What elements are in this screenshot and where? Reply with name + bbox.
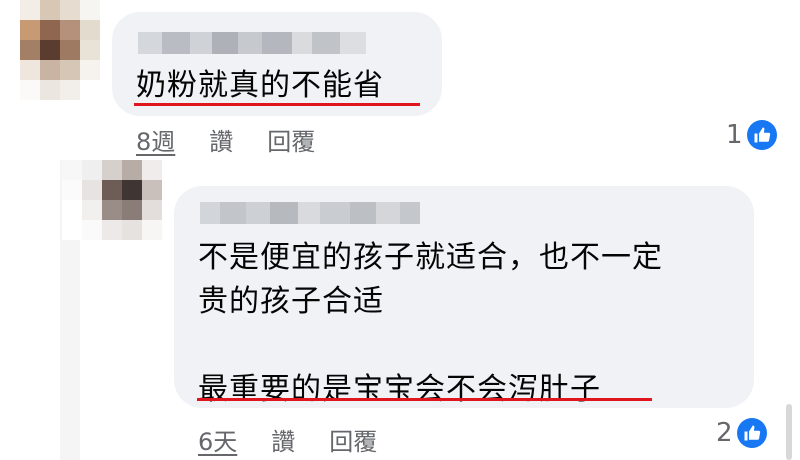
reaction-count: 2 xyxy=(716,418,733,448)
reaction-count: 1 xyxy=(726,120,743,150)
scrollbar-thumb[interactable] xyxy=(786,404,792,460)
thumbs-up-icon xyxy=(746,120,777,150)
reply-text-line: 最重要的是宝宝会不会泻肚子 xyxy=(198,372,601,407)
like-button[interactable]: 讚 xyxy=(209,122,233,157)
like-button[interactable]: 讚 xyxy=(271,422,295,457)
reply-text-line: 贵的孩子合适 xyxy=(198,284,384,319)
highlight-underline xyxy=(134,103,420,106)
comment-actions: 8週 讚 回覆 xyxy=(136,122,315,157)
reply-button[interactable]: 回覆 xyxy=(267,122,315,157)
reply-commenter-name-redacted[interactable] xyxy=(200,202,420,224)
commenter-avatar[interactable] xyxy=(20,0,100,100)
reaction-summary[interactable]: 1 xyxy=(726,120,777,150)
reply-commenter-avatar[interactable] xyxy=(62,160,162,240)
reply-text-line: 不是便宜的孩子就适合，也不一定 xyxy=(198,240,663,275)
comment-bubble: 奶粉就真的不能省 xyxy=(112,12,442,116)
reply-button[interactable]: 回覆 xyxy=(329,422,377,457)
reaction-summary[interactable]: 2 xyxy=(716,418,767,448)
highlight-underline xyxy=(197,398,652,401)
reply-bubble: 不是便宜的孩子就适合，也不一定 贵的孩子合适 最重要的是宝宝会不会泻肚子 xyxy=(174,186,754,408)
reply-actions: 6天 讚 回覆 xyxy=(198,422,377,457)
comment-text: 奶粉就真的不能省 xyxy=(136,68,384,103)
thumbs-up-icon xyxy=(736,418,767,448)
comment-timestamp[interactable]: 8週 xyxy=(136,122,175,157)
reply-timestamp[interactable]: 6天 xyxy=(198,422,237,457)
reply-text: 不是便宜的孩子就适合，也不一定 贵的孩子合适 最重要的是宝宝会不会泻肚子 xyxy=(198,236,663,412)
commenter-name-redacted[interactable] xyxy=(138,32,366,54)
